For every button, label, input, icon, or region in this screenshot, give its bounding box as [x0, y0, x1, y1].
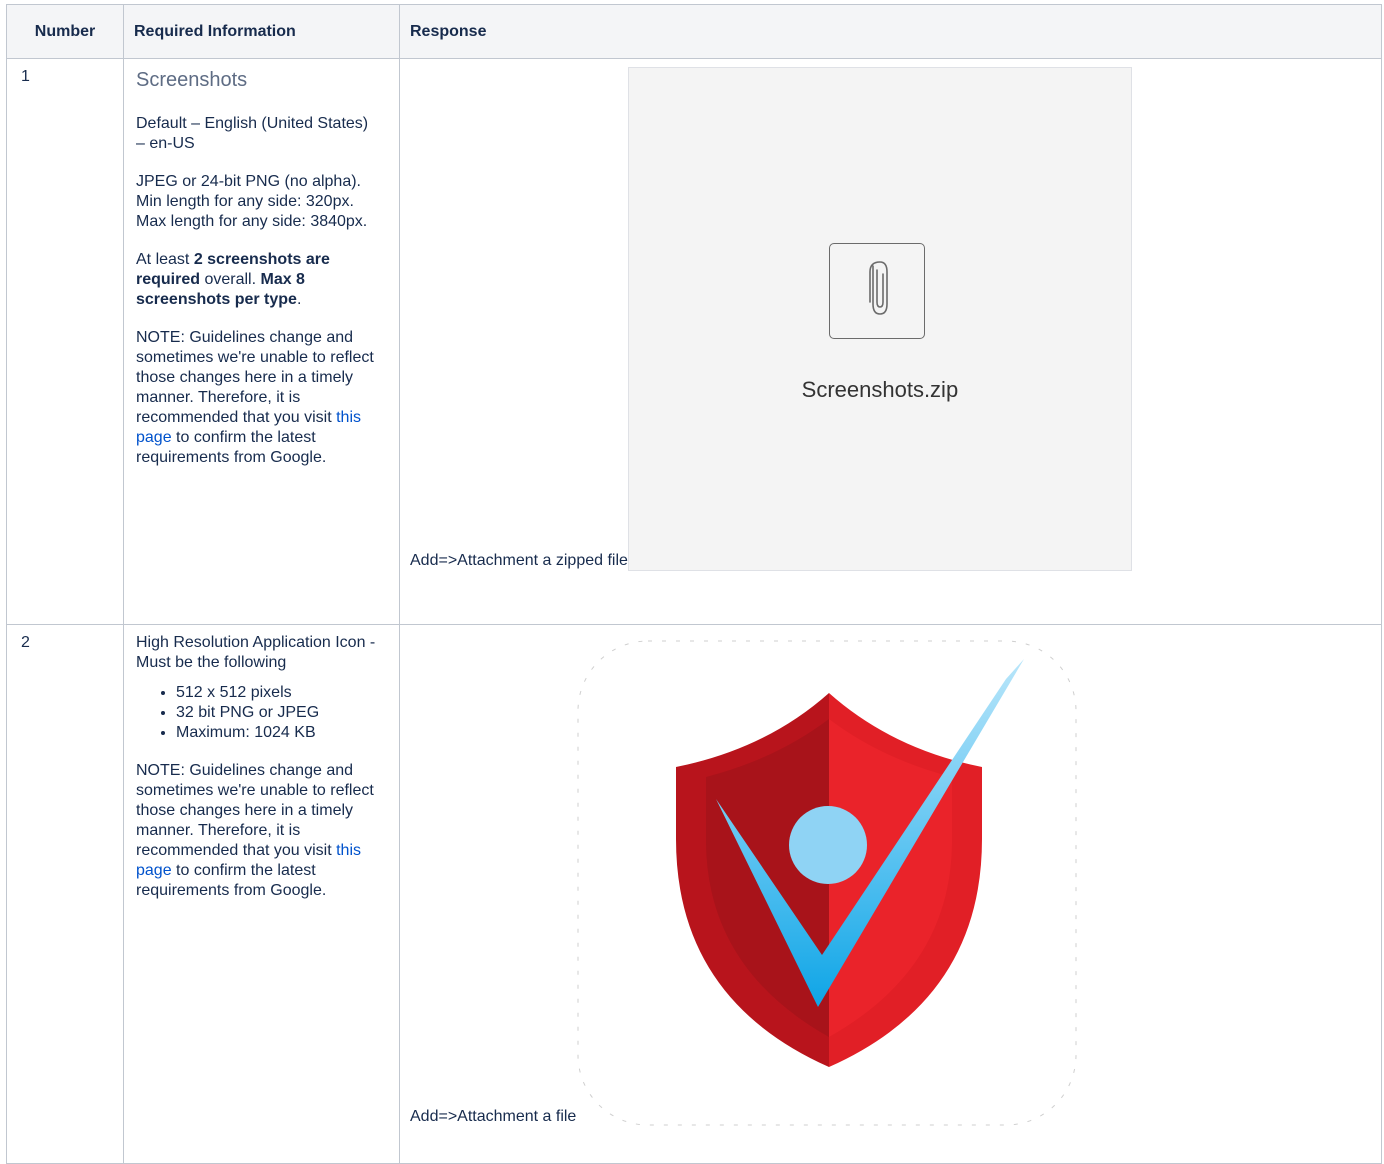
required-info-cell: Screenshots Default – English (United St…: [123, 58, 400, 625]
screenshot-requirement-text: At least 2 screenshots are required over…: [136, 250, 381, 310]
default-locale-text: Default – English (United States) – en-U…: [136, 115, 369, 152]
attachment-file-name: Screenshots.zip: [801, 377, 959, 402]
paperclip-icon: [828, 243, 925, 339]
format-text: JPEG or 24-bit PNG (no alpha). Min lengt…: [136, 173, 368, 230]
list-item: 512 x 512 pixels: [176, 683, 381, 703]
header-number: Number: [6, 4, 124, 59]
row-number: 1: [6, 58, 124, 625]
table-row: 2 High Resolution Application Icon - Mus…: [6, 624, 1382, 1164]
req-mid: overall.: [200, 271, 261, 288]
required-info-cell: High Resolution Application Icon - Must …: [123, 624, 400, 1164]
req-suffix: .: [296, 291, 302, 308]
list-item: 32 bit PNG or JPEG: [176, 703, 381, 723]
table-header-row: Number Required Information Response: [6, 4, 1382, 59]
list-item: Maximum: 1024 KB: [176, 723, 381, 743]
response-text: Add=>Attachment a zipped file: [410, 552, 628, 569]
app-icon-preview[interactable]: [576, 639, 1078, 1127]
header-required-info: Required Information: [123, 4, 400, 59]
header-response: Response: [399, 4, 1382, 59]
icon-requirement-intro: High Resolution Application Icon - Must …: [136, 634, 376, 671]
section-title: Screenshots: [136, 69, 248, 91]
requirements-table: Number Required Information Response 1 S…: [6, 4, 1382, 1164]
guidelines-note: NOTE: Guidelines change and sometimes we…: [136, 328, 381, 468]
icon-spec-list: 512 x 512 pixels 32 bit PNG or JPEG Maxi…: [136, 683, 381, 743]
response-cell: Add=>Attachment a file: [399, 624, 1382, 1164]
response-text: Add=>Attachment a file: [410, 1108, 577, 1125]
table-row: 1 Screenshots Default – English (United …: [6, 58, 1382, 625]
shield-check-logo-icon: [577, 640, 1077, 1126]
response-cell: Add=>Attachment a zipped file Screenshot…: [399, 58, 1382, 625]
guidelines-note: NOTE: Guidelines change and sometimes we…: [136, 761, 381, 901]
req-prefix: At least: [136, 251, 194, 268]
row-number: 2: [6, 624, 124, 1164]
attachment-preview[interactable]: Screenshots.zip: [627, 67, 1132, 571]
